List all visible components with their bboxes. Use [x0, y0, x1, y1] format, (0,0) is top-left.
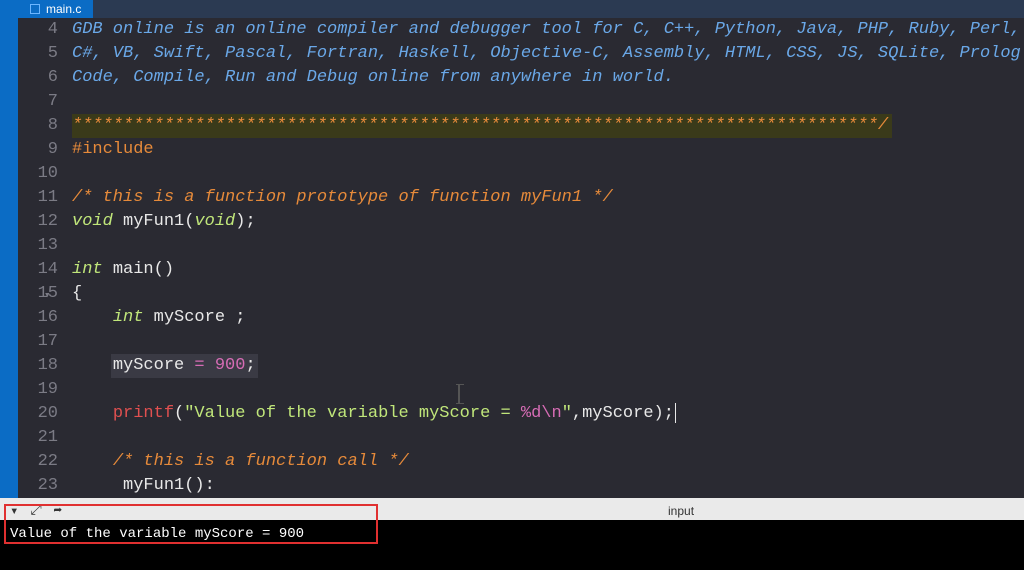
line-number: 13: [18, 234, 58, 258]
code-line[interactable]: [72, 378, 1024, 402]
code-line[interactable]: [72, 330, 1024, 354]
output-panel-tabs: ▾ ⤢ ➦ input: [0, 502, 1024, 520]
line-number: 17: [18, 330, 58, 354]
code-editor[interactable]: 456789101112131415 1617181920212223 GDB …: [18, 18, 1024, 498]
code-line[interactable]: [72, 162, 1024, 186]
line-number: 6: [18, 66, 58, 90]
line-number: 14: [18, 258, 58, 282]
panel-tab-input[interactable]: input: [660, 504, 702, 518]
line-number: 22: [18, 450, 58, 474]
code-line[interactable]: int main(): [72, 258, 1024, 282]
chevron-down-icon[interactable]: ▾: [10, 503, 18, 520]
tab-bar: main.c: [18, 0, 1024, 18]
code-line[interactable]: int myScore ;: [72, 306, 1024, 330]
code-line[interactable]: {: [72, 282, 1024, 306]
code-line[interactable]: printf("Value of the variable myScore = …: [72, 402, 1024, 426]
code-line[interactable]: /* this is a function prototype of funct…: [72, 186, 1024, 210]
code-line[interactable]: GDB online is an online compiler and deb…: [72, 18, 1024, 42]
line-number: 11: [18, 186, 58, 210]
code-line[interactable]: C#, VB, Swift, Pascal, Fortran, Haskell,…: [72, 42, 1024, 66]
line-number: 7: [18, 90, 58, 114]
tab-label: main.c: [46, 2, 81, 16]
line-number: 10: [18, 162, 58, 186]
code-line[interactable]: myScore = 900;: [72, 354, 1024, 378]
line-number: 15: [18, 282, 58, 306]
line-number: 21: [18, 426, 58, 450]
console-text: Value of the variable myScore = 900: [10, 526, 304, 542]
activity-stripe: [0, 0, 18, 498]
code-line[interactable]: [72, 234, 1024, 258]
line-number: 23: [18, 474, 58, 498]
panel-toolbar: ▾ ⤢ ➦: [0, 503, 62, 520]
line-number: 19: [18, 378, 58, 402]
line-number-gutter: 456789101112131415 1617181920212223: [18, 18, 66, 498]
line-number: 5: [18, 42, 58, 66]
line-number: 8: [18, 114, 58, 138]
code-line[interactable]: void myFun1(void);: [72, 210, 1024, 234]
console-output[interactable]: Value of the variable myScore = 900: [0, 520, 1024, 570]
code-area[interactable]: GDB online is an online compiler and deb…: [72, 18, 1024, 498]
code-line[interactable]: Code, Compile, Run and Debug online from…: [72, 66, 1024, 90]
text-caret-icon: [458, 384, 460, 404]
code-line[interactable]: [72, 90, 1024, 114]
code-line[interactable]: #include: [72, 138, 1024, 162]
code-line[interactable]: ****************************************…: [72, 114, 1024, 138]
line-number: 9: [18, 138, 58, 162]
line-number: 18: [18, 354, 58, 378]
fold-icon[interactable]: ▾: [44, 288, 51, 302]
line-number: 16: [18, 306, 58, 330]
code-line[interactable]: [72, 426, 1024, 450]
code-line[interactable]: myFun1():: [72, 474, 1024, 498]
share-icon[interactable]: ➦: [54, 503, 62, 520]
expand-icon[interactable]: ⤢: [30, 503, 41, 520]
line-number: 20: [18, 402, 58, 426]
code-line[interactable]: /* this is a function call */: [72, 450, 1024, 474]
line-number: 4: [18, 18, 58, 42]
line-number: 12: [18, 210, 58, 234]
file-tab-main-c[interactable]: main.c: [18, 0, 93, 18]
tab-modified-icon: [30, 4, 40, 14]
